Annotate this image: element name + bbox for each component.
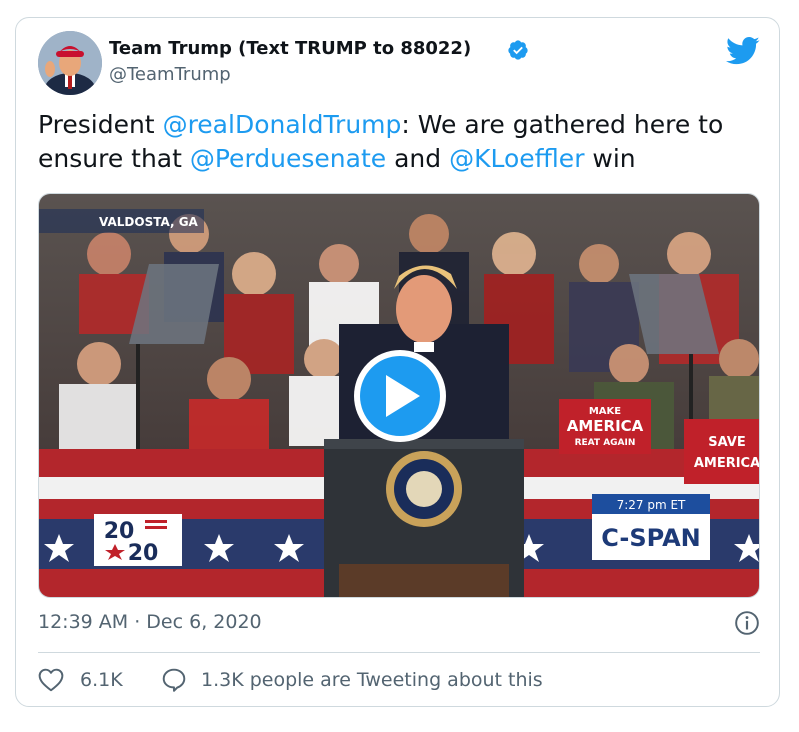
broadcast-time: 7:27 pm ET <box>617 498 686 512</box>
video-player[interactable]: MAKE AMERICA REAT AGAIN SAVE AMERICA VAL… <box>38 193 760 598</box>
tweet-text: President @realDonaldTrump: We are gathe… <box>38 108 758 176</box>
display-name[interactable]: Team Trump (Text TRUMP to 88022) <box>109 38 471 59</box>
like-count: 6.1K <box>80 669 123 691</box>
tweet-text-part: and <box>386 144 450 173</box>
conversation-link[interactable]: 1.3K people are Tweeting about this <box>161 666 543 694</box>
handle[interactable]: @TeamTrump <box>109 64 231 85</box>
like-button[interactable]: 6.1K <box>38 666 123 694</box>
sign-text: REAT AGAIN <box>575 438 636 448</box>
tweet-text-part: President <box>38 110 163 139</box>
sign-text: SAVE <box>708 435 745 450</box>
logo-text-bottom: 20 <box>128 541 159 566</box>
heart-icon <box>38 668 64 692</box>
sign-text: MAKE <box>589 406 621 417</box>
play-button[interactable] <box>354 350 446 442</box>
mention-link[interactable]: @Perduesenate <box>190 144 386 173</box>
twitter-bird-icon[interactable] <box>726 36 760 66</box>
sign-text: AMERICA <box>567 417 644 435</box>
mention-link[interactable]: @realDonaldTrump <box>163 110 402 139</box>
network-label: C-SPAN <box>601 524 700 552</box>
sign-text: AMERICA <box>694 456 760 471</box>
avatar[interactable] <box>38 31 102 95</box>
divider <box>38 652 760 653</box>
timestamp[interactable]: 12:39 AM · Dec 6, 2020 <box>38 611 262 633</box>
speech-bubble-icon <box>162 668 186 692</box>
verified-badge-icon <box>508 40 528 60</box>
location-label: VALDOSTA, GA <box>99 215 199 229</box>
conversation-count: 1.3K people are Tweeting about this <box>201 669 543 691</box>
info-icon[interactable] <box>734 610 760 636</box>
video-frame: MAKE AMERICA REAT AGAIN SAVE AMERICA VAL… <box>39 194 760 597</box>
tweet-text-part: win <box>584 144 636 173</box>
mention-link[interactable]: @KLoeffler <box>449 144 584 173</box>
tweet-card[interactable]: Team Trump (Text TRUMP to 88022) @TeamTr… <box>15 17 780 707</box>
